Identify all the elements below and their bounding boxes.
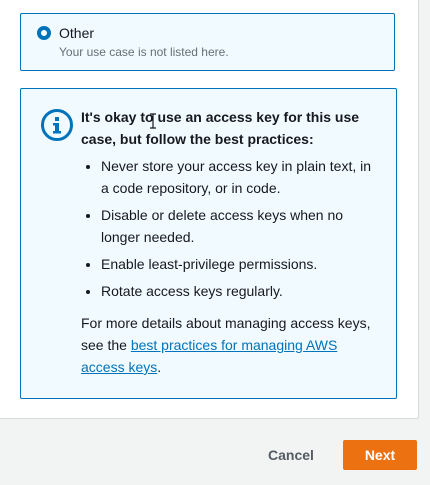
info-icon (41, 109, 73, 141)
list-item: Rotate access keys regularly. (101, 280, 381, 302)
radio-selected-icon[interactable] (37, 26, 51, 40)
list-item: Enable least-privilege permissions. (101, 253, 381, 275)
details-suffix: . (157, 359, 162, 375)
details-text: For more details about managing access k… (81, 312, 381, 378)
alert-title: It's okay to use an access key for this … (81, 109, 360, 147)
use-case-option-other[interactable]: Other Your use case is not listed here. (20, 13, 395, 71)
list-item: Disable or delete access keys when no lo… (101, 204, 381, 248)
wizard-card: Other Your use case is not listed here. … (0, 0, 419, 419)
option-description: Your use case is not listed here. (59, 45, 229, 59)
best-practices-list: Never store your access key in plain tex… (81, 155, 381, 302)
cancel-button[interactable]: Cancel (258, 440, 324, 470)
best-practices-alert: It's okay to use an access key for this … (20, 88, 397, 399)
option-label: Other (59, 25, 95, 41)
list-item: Never store your access key in plain tex… (101, 155, 381, 199)
text-cursor-icon (150, 113, 156, 129)
alert-content: It's okay to use an access key for this … (81, 106, 381, 378)
next-button[interactable]: Next (343, 440, 417, 470)
